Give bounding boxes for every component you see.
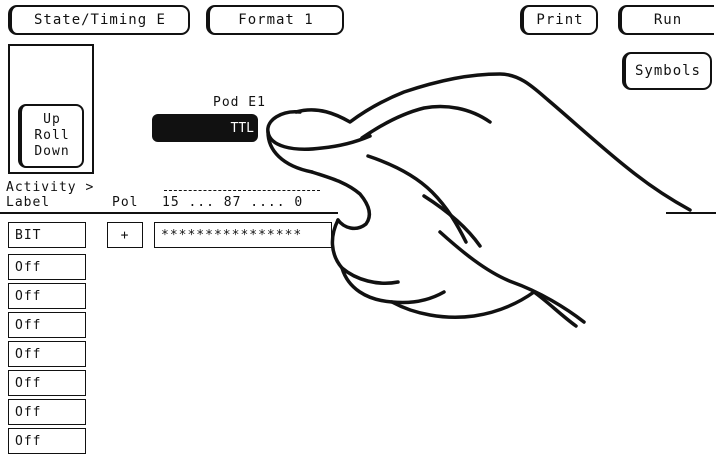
label-field-off[interactable]: Off [8,312,86,338]
label-field-text: Off [15,346,42,362]
mode-button[interactable]: State/Timing E [8,5,190,35]
label-field-text: Off [15,317,42,333]
roll-up-label: Up [43,112,61,127]
label-field-text: Off [15,259,42,275]
label-field-off[interactable]: Off [8,370,86,396]
activity-heading: Activity > [6,180,95,195]
symbols-button-label: Symbols [634,63,701,79]
polarity-text: + [120,227,130,243]
run-button-label: Run [653,12,683,28]
bit-range-heading: 15 ... 87 .... 0 [162,195,304,210]
label-field-text: Off [15,433,42,449]
up-roll-down-button[interactable]: Up Roll Down [18,104,84,168]
label-field-off[interactable]: Off [8,428,86,454]
label-heading: Label [6,195,51,210]
label-field-off[interactable]: Off [8,341,86,367]
label-field-off[interactable]: Off [8,254,86,280]
activity-indicator [164,190,320,191]
pol-heading: Pol [112,195,139,210]
label-field-bit[interactable]: BIT [8,222,86,248]
format-button[interactable]: Format 1 [206,5,344,35]
header-divider-right [666,212,716,214]
format-button-label: Format 1 [238,12,314,28]
label-field-off[interactable]: Off [8,399,86,425]
polarity-field[interactable]: + [107,222,143,248]
label-field-text: Off [15,375,42,391]
print-button[interactable]: Print [520,5,598,35]
roll-down-label: Down [34,144,70,159]
label-field-off[interactable]: Off [8,283,86,309]
pod-title: Pod E1 [213,95,266,110]
threshold-button[interactable]: TTL [152,114,258,142]
print-button-label: Print [536,12,584,28]
bit-assignment-field[interactable]: **************** [154,222,332,248]
symbols-button[interactable]: Symbols [622,52,712,90]
bit-assignment-text: **************** [161,227,303,243]
run-button[interactable]: Run [618,5,714,35]
label-field-text: BIT [15,227,42,243]
mode-button-label: State/Timing E [33,12,166,28]
threshold-label: TTL [230,120,254,136]
header-divider [0,212,338,214]
label-field-text: Off [15,404,42,420]
label-field-text: Off [15,288,42,304]
roll-label: Roll [34,128,70,143]
